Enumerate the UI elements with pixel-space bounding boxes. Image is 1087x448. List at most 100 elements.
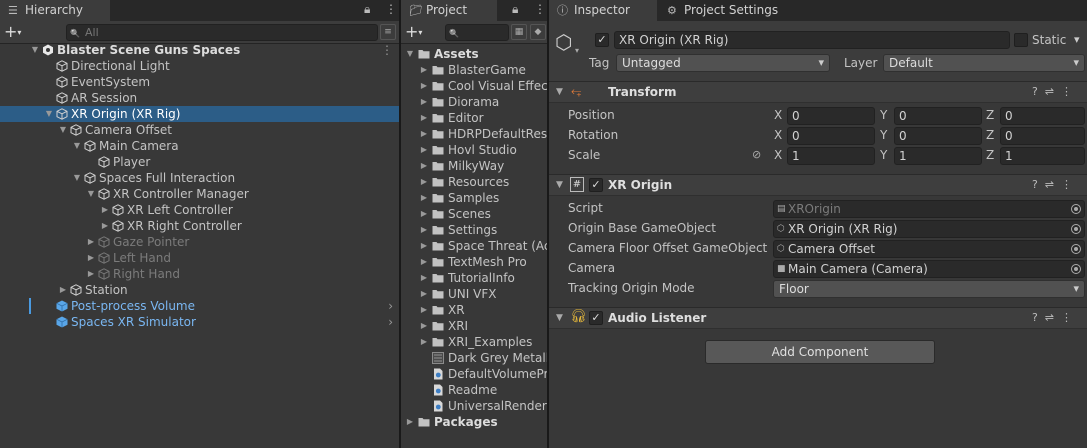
tag-dropdown[interactable]: Untagged xyxy=(616,54,830,72)
fold-arrow-icon[interactable]: ▶ xyxy=(419,62,429,78)
hierarchy-row[interactable]: ▼ Main Camera xyxy=(0,138,399,154)
project-row[interactable]: ▼ Assets xyxy=(401,46,547,62)
component-header-icons[interactable]: ?⇌⋮ xyxy=(1032,311,1079,324)
hierarchy-row[interactable]: ▶ Gaze Pointer xyxy=(0,234,399,250)
hierarchy-row[interactable]: ▶ Left Hand xyxy=(0,250,399,266)
add-component-button[interactable]: Add Component xyxy=(705,340,935,364)
scale-z-field[interactable]: 1 xyxy=(1000,147,1085,165)
fold-arrow-icon[interactable]: ▶ xyxy=(419,318,429,334)
rotation-y-field[interactable]: 0 xyxy=(894,127,982,145)
lock-icon[interactable]: 🔒︎ xyxy=(364,2,370,17)
search-by-type-icon[interactable]: ▦ xyxy=(511,24,527,40)
fold-arrow-icon[interactable]: ▼ xyxy=(556,180,563,190)
fold-arrow-icon[interactable]: ▶ xyxy=(419,238,429,254)
camera-floor-offset-field[interactable]: ⬡ Camera Offset xyxy=(773,240,1085,258)
fold-arrow-icon[interactable]: ▼ xyxy=(58,122,68,138)
project-row[interactable]: ▶ Diorama xyxy=(401,94,547,110)
fold-arrow-icon[interactable]: ▶ xyxy=(419,270,429,286)
hierarchy-row[interactable]: Spaces XR Simulator › xyxy=(0,314,399,330)
fold-arrow-icon[interactable]: ▶ xyxy=(419,174,429,190)
object-name-field[interactable]: XR Origin (XR Rig) xyxy=(614,31,1010,49)
fold-arrow-icon[interactable]: ▶ xyxy=(100,202,110,218)
project-row[interactable]: ▶ XR xyxy=(401,302,547,318)
project-row[interactable]: ▶ Editor xyxy=(401,110,547,126)
camera-field[interactable]: ■ Main Camera (Camera) xyxy=(773,260,1085,278)
fold-arrow-icon[interactable]: ▶ xyxy=(419,110,429,126)
project-row[interactable]: ▶ Settings xyxy=(401,222,547,238)
project-row[interactable]: ▶ TutorialInfo xyxy=(401,270,547,286)
hierarchy-row[interactable]: ▼ XR Controller Manager xyxy=(0,186,399,202)
origin-base-field[interactable]: ⬡ XR Origin (XR Rig) xyxy=(773,220,1085,238)
project-row[interactable]: Dark Grey Metalli xyxy=(401,350,547,366)
project-row[interactable]: UniversalRenderP xyxy=(401,398,547,414)
project-row[interactable]: ▶ XRI_Examples xyxy=(401,334,547,350)
chevron-right-icon[interactable]: › xyxy=(388,314,393,330)
project-row[interactable]: ▶ UNI VFX xyxy=(401,286,547,302)
object-picker-icon[interactable] xyxy=(1071,204,1081,214)
scale-y-field[interactable]: 1 xyxy=(894,147,982,165)
static-checkbox[interactable] xyxy=(1014,33,1028,47)
fold-arrow-icon[interactable]: ▶ xyxy=(86,250,96,266)
project-row[interactable]: DefaultVolumePro xyxy=(401,366,547,382)
fold-arrow-icon[interactable]: ▼ xyxy=(30,42,40,58)
fold-arrow-icon[interactable]: ▶ xyxy=(58,282,68,298)
hierarchy-row[interactable]: ▼ Camera Offset xyxy=(0,122,399,138)
position-z-field[interactable]: 0 xyxy=(1000,107,1085,125)
project-row[interactable]: ▶ Cool Visual Effect xyxy=(401,78,547,94)
fold-arrow-icon[interactable]: ▶ xyxy=(419,190,429,206)
hierarchy-row[interactable]: ▶ Station xyxy=(0,282,399,298)
project-row[interactable]: ▶ Scenes xyxy=(401,206,547,222)
chevron-right-icon[interactable]: › xyxy=(388,298,393,314)
hierarchy-row[interactable]: Post-process Volume › xyxy=(0,298,399,314)
fold-arrow-icon[interactable]: ▼ xyxy=(44,106,54,122)
fold-arrow-icon[interactable]: ▶ xyxy=(419,302,429,318)
project-search-input[interactable] xyxy=(445,24,509,41)
constrain-proportions-icon[interactable]: ⊘ xyxy=(752,148,761,161)
fold-arrow-icon[interactable]: ▶ xyxy=(405,414,415,430)
scene-visibility-icon[interactable]: ≡ xyxy=(380,24,396,40)
hierarchy-row[interactable]: ▶ Right Hand xyxy=(0,266,399,282)
fold-arrow-icon[interactable]: ▼ xyxy=(72,138,82,154)
position-y-field[interactable]: 0 xyxy=(894,107,982,125)
project-row[interactable]: ▶ Samples xyxy=(401,190,547,206)
project-row[interactable]: Readme xyxy=(401,382,547,398)
project-row[interactable]: ▶ Packages xyxy=(401,414,547,430)
transform-header[interactable]: ▼ ⥆ Transform ?⇌⋮ xyxy=(549,81,1087,103)
fold-arrow-icon[interactable]: ▶ xyxy=(419,126,429,142)
fold-arrow-icon[interactable]: ▼ xyxy=(405,46,415,62)
audio-listener-enabled-checkbox[interactable]: ✓ xyxy=(589,311,603,325)
fold-arrow-icon[interactable]: ▶ xyxy=(419,78,429,94)
tab-project[interactable]: 📁︎ Project xyxy=(401,0,497,21)
fold-arrow-icon[interactable]: ▶ xyxy=(419,222,429,238)
chevron-down-icon[interactable]: ▾ xyxy=(1074,33,1080,46)
project-row[interactable]: ▶ XRI xyxy=(401,318,547,334)
fold-arrow-icon[interactable]: ▶ xyxy=(419,158,429,174)
project-row[interactable]: ▶ Resources xyxy=(401,174,547,190)
fold-arrow-icon[interactable]: ▼ xyxy=(556,87,563,97)
hierarchy-row[interactable]: ▶ XR Right Controller xyxy=(0,218,399,234)
hierarchy-row[interactable]: ▼ XR Origin (XR Rig) xyxy=(0,106,399,122)
create-plus-icon[interactable]: +▾ xyxy=(4,23,21,41)
fold-arrow-icon[interactable]: ▼ xyxy=(86,186,96,202)
hierarchy-row[interactable]: Player xyxy=(0,154,399,170)
audio-listener-header[interactable]: ▼ 🎧︎ ✓ Audio Listener ?⇌⋮ xyxy=(549,307,1087,329)
scene-menu-icon[interactable]: ⋮ xyxy=(381,42,393,58)
fold-arrow-icon[interactable]: ▶ xyxy=(419,94,429,110)
hierarchy-row[interactable]: AR Session xyxy=(0,90,399,106)
fold-arrow-icon[interactable]: ▶ xyxy=(86,234,96,250)
position-x-field[interactable]: 0 xyxy=(787,107,875,125)
fold-arrow-icon[interactable]: ▶ xyxy=(100,218,110,234)
search-by-label-icon[interactable]: ◆ xyxy=(530,24,546,40)
layer-dropdown[interactable]: Default xyxy=(883,54,1085,72)
object-picker-icon[interactable] xyxy=(1071,224,1081,234)
hierarchy-row[interactable]: ▼ Blaster Scene Guns Spaces ⋮ xyxy=(0,42,399,58)
fold-arrow-icon[interactable]: ▶ xyxy=(419,254,429,270)
fold-arrow-icon[interactable]: ▶ xyxy=(419,286,429,302)
fold-arrow-icon[interactable]: ▶ xyxy=(419,206,429,222)
project-row[interactable]: ▶ BlasterGame xyxy=(401,62,547,78)
hierarchy-search-input[interactable]: All xyxy=(66,24,378,41)
project-row[interactable]: ▶ Hovl Studio xyxy=(401,142,547,158)
fold-arrow-icon[interactable]: ▶ xyxy=(86,266,96,282)
component-header-icons[interactable]: ?⇌⋮ xyxy=(1032,178,1079,191)
fold-arrow-icon[interactable]: ▼ xyxy=(556,313,563,323)
